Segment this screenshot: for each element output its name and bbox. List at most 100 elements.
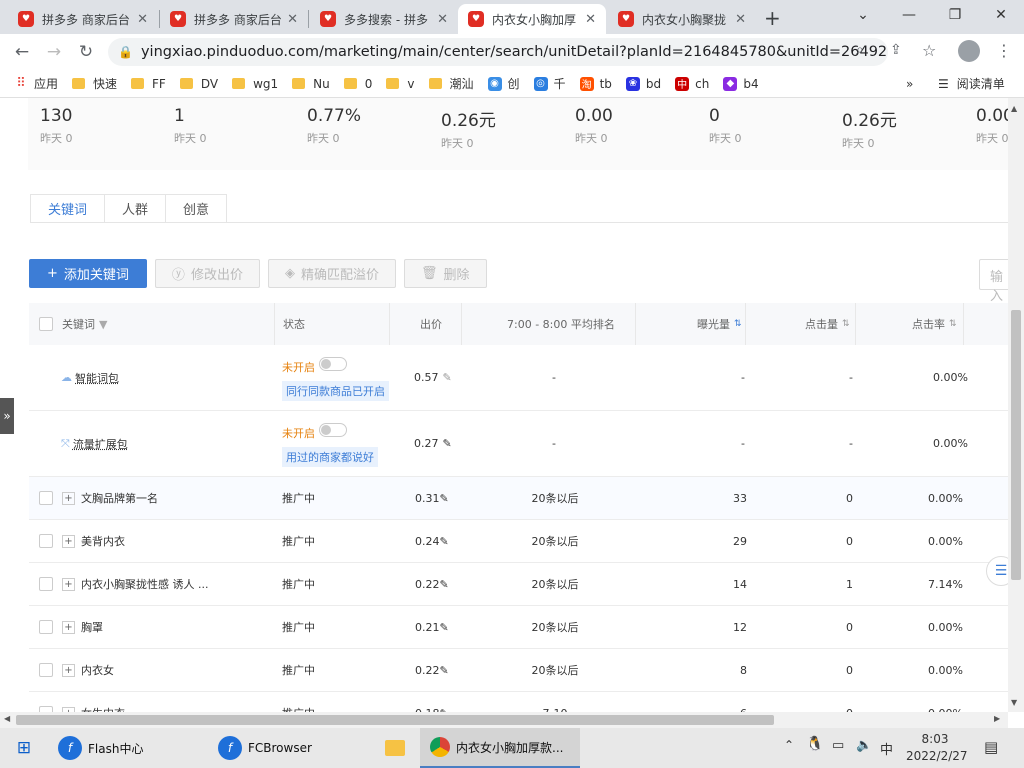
new-tab-button[interactable]: + xyxy=(764,6,781,30)
scroll-up-icon[interactable]: ▲ xyxy=(1011,104,1017,113)
header-ctr[interactable]: 点击率 ⇅ xyxy=(912,303,957,345)
sort-icon[interactable]: ⇅ xyxy=(734,319,742,329)
close-tab-icon[interactable]: ✕ xyxy=(735,12,746,27)
notification-icon[interactable]: ▤ xyxy=(984,738,998,756)
expand-row-icon[interactable]: + xyxy=(62,491,75,505)
taskbar-chrome[interactable]: 内衣女小胸加厚款... xyxy=(420,728,580,768)
tab-pdd-admin-2[interactable]: ♥ 拼多多 商家后台 ✕ xyxy=(160,4,308,34)
row-checkbox[interactable] xyxy=(39,692,53,712)
tray-expand-icon[interactable]: ⌃ xyxy=(784,738,794,752)
header-impressions[interactable]: 曝光量 ⇅ xyxy=(697,303,742,345)
qq-tray-icon[interactable]: 🐧 xyxy=(806,736,823,752)
scroll-down-icon[interactable]: ▼ xyxy=(1011,698,1017,707)
tab-audience[interactable]: 人群 xyxy=(104,194,167,223)
row-checkbox[interactable] xyxy=(39,649,53,691)
bookmark-folder[interactable]: 快速 xyxy=(72,75,117,92)
tab-keywords[interactable]: 关键词 xyxy=(30,194,106,223)
edit-icon[interactable]: ✎ xyxy=(440,621,449,634)
bookmark-folder[interactable]: 0 xyxy=(343,77,372,91)
bookmark-qian[interactable]: ◎ 千 xyxy=(533,75,566,92)
reload-icon[interactable]: ↻ xyxy=(70,36,102,68)
add-keyword-button[interactable]: + 添加关键词 xyxy=(29,259,147,288)
bookmarks-overflow-button[interactable]: » xyxy=(906,77,913,91)
close-tab-icon[interactable]: ✕ xyxy=(137,12,148,27)
ime-indicator[interactable]: 中 xyxy=(880,739,893,758)
bookmark-folder[interactable]: Nu xyxy=(292,77,330,91)
sort-icon[interactable]: ⇅ xyxy=(842,319,850,329)
bookmark-ch[interactable]: 中 ch xyxy=(675,76,709,91)
cell-bid[interactable]: 0.31 ✎ xyxy=(415,477,449,519)
edit-icon[interactable]: ✎ xyxy=(440,535,449,548)
taskbar-file-explorer[interactable] xyxy=(370,728,420,768)
tab-product-2[interactable]: ♥ 内衣女小胸聚拢 ✕ xyxy=(608,4,756,34)
back-icon[interactable]: ← xyxy=(6,36,38,68)
modify-bid-button[interactable]: ⓨ 修改出价 xyxy=(154,259,260,288)
bookmark-folder[interactable]: wg1 xyxy=(232,77,278,91)
expand-row-icon[interactable]: + xyxy=(62,534,75,548)
smart-pack-toggle[interactable] xyxy=(319,357,347,371)
cell-bid[interactable]: 0.18✎ xyxy=(415,692,449,713)
edit-icon[interactable]: ✎ xyxy=(440,578,449,591)
menu-icon[interactable]: ⋮ xyxy=(996,41,1012,60)
row-checkbox[interactable] xyxy=(39,563,53,605)
scroll-left-icon[interactable]: ◀ xyxy=(4,714,10,723)
cell-bid[interactable]: 0.22 ✎ xyxy=(415,563,449,605)
expand-row-icon[interactable]: + xyxy=(62,577,75,591)
tab-pdd-admin-1[interactable]: ♥ 拼多多 商家后台 ✕ xyxy=(8,4,158,34)
bookmark-folder[interactable]: v xyxy=(386,77,415,91)
taskbar-fcbrowser[interactable]: f FCBrowser xyxy=(208,728,370,768)
bookmark-folder[interactable]: 潮汕 xyxy=(428,75,474,92)
delete-button[interactable]: 🗑 删除 xyxy=(403,259,487,288)
system-clock[interactable]: 8:03 2022/2/27 xyxy=(906,731,968,765)
cell-bid[interactable]: 0.22 ✎ xyxy=(415,649,449,691)
header-keyword[interactable]: 关键词 ▼ xyxy=(62,303,107,345)
cell-bid[interactable]: 0.21 ✎ xyxy=(415,606,449,648)
sort-icon[interactable]: ⇅ xyxy=(949,319,957,329)
bookmark-chuang[interactable]: ◉ 创 xyxy=(487,75,520,92)
header-clicks[interactable]: 点击量 ⇅ xyxy=(805,303,850,345)
network-icon[interactable]: ▭ xyxy=(832,738,844,753)
traffic-pack-bid[interactable]: 0.27 ✎ xyxy=(414,411,452,476)
edit-icon[interactable]: ✎ xyxy=(440,492,449,505)
bookmark-folder[interactable]: DV xyxy=(179,77,218,91)
tab-duoduo-search[interactable]: ♥ 多多搜索 - 拼多 ✕ xyxy=(310,4,458,34)
keyword-search-input[interactable]: 输入 xyxy=(979,259,1008,304)
tab-search-icon[interactable]: ⌄ xyxy=(840,0,886,30)
traffic-pack-name[interactable]: ⤧ 流量扩展包 xyxy=(61,411,128,476)
select-all-checkbox[interactable] xyxy=(39,303,53,345)
tab-creative[interactable]: 创意 xyxy=(165,194,228,223)
bookmark-b4[interactable]: ◆ b4 xyxy=(723,76,759,91)
smart-pack-bid[interactable]: 0.57 ✎ xyxy=(414,345,452,410)
expand-row-icon[interactable]: + xyxy=(62,663,75,677)
volume-icon[interactable]: 🔈 xyxy=(856,738,872,753)
vertical-scroll-thumb[interactable] xyxy=(1011,310,1021,580)
zoom-icon[interactable]: ⌕ xyxy=(856,42,864,58)
filter-icon[interactable]: ▼ xyxy=(99,318,107,331)
bookmark-folder[interactable]: FF xyxy=(131,77,166,91)
reading-list[interactable]: ☰ 阅读清单 xyxy=(938,75,1005,92)
close-tab-icon[interactable]: ✕ xyxy=(585,12,596,27)
traffic-pack-toggle[interactable] xyxy=(319,423,347,437)
bookmark-star-icon[interactable]: ☆ xyxy=(922,41,936,60)
row-checkbox[interactable] xyxy=(39,520,53,562)
row-checkbox[interactable] xyxy=(39,477,53,519)
edit-icon[interactable]: ✎ xyxy=(443,371,452,384)
bookmark-bd[interactable]: ❀ bd xyxy=(625,76,661,91)
scroll-right-icon[interactable]: ▶ xyxy=(994,714,1000,723)
windows-start-icon[interactable]: ⊞ xyxy=(0,728,48,768)
smart-pack-name[interactable]: ☁ 智能词包 xyxy=(61,345,119,410)
row-checkbox[interactable] xyxy=(39,606,53,648)
edit-icon[interactable]: ✎ xyxy=(443,437,452,450)
side-panel-toggle[interactable]: » xyxy=(0,398,14,434)
close-tab-icon[interactable]: ✕ xyxy=(287,12,298,27)
taskbar-flash-center[interactable]: f Flash中心 xyxy=(48,728,208,768)
share-icon[interactable]: ⇪ xyxy=(890,42,902,58)
minimize-button[interactable]: — xyxy=(886,0,932,30)
forward-icon[interactable]: → xyxy=(38,36,70,68)
expand-row-icon[interactable]: + xyxy=(62,620,75,634)
bookmark-tb[interactable]: 淘 tb xyxy=(579,76,612,91)
tab-active-product[interactable]: ♥ 内衣女小胸加厚 ✕ xyxy=(458,4,606,34)
edit-icon[interactable]: ✎ xyxy=(440,664,449,677)
restore-button[interactable]: ❐ xyxy=(932,0,978,30)
cell-bid[interactable]: 0.24 ✎ xyxy=(415,520,449,562)
